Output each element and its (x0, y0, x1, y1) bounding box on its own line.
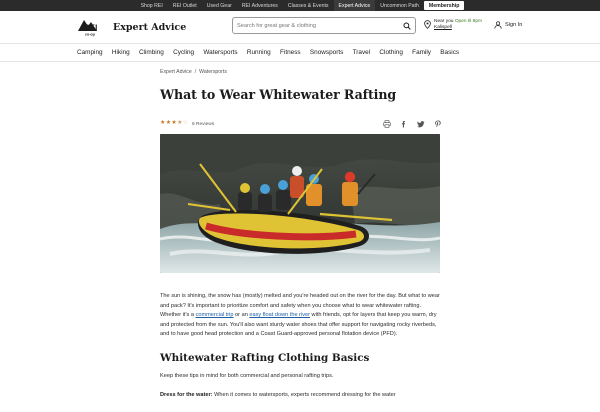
topbar-link-classes-events[interactable]: Classes & Events (283, 0, 334, 11)
article-intro: The sun is shining, the snow has (mostly… (160, 292, 442, 340)
search-icon[interactable] (402, 21, 411, 30)
nav-item-running[interactable]: Running (247, 49, 271, 56)
star-half-icon: ★ (177, 120, 183, 127)
breadcrumb: Expert Advice / Watersports (160, 69, 442, 75)
nav-item-fitness[interactable]: Fitness (280, 49, 301, 56)
print-icon[interactable] (383, 120, 391, 128)
page-title: What to Wear Whitewater Rafting (160, 87, 397, 102)
star-icon: ★ (171, 120, 177, 127)
nav-item-basics[interactable]: Basics (440, 49, 459, 56)
store-open-status: Open til 8pm (454, 19, 483, 24)
topbar-link-rei-adventures[interactable]: REI Adventures (237, 0, 283, 11)
topbar-link-used-gear[interactable]: Used Gear (202, 0, 237, 11)
rafting-photo (160, 134, 440, 273)
breadcrumb-watersports[interactable]: Watersports (199, 69, 227, 75)
twitter-icon[interactable] (417, 120, 425, 128)
section-heading: Whitewater Rafting Clothing Basics (160, 351, 370, 364)
topbar-link-expert-advice[interactable]: Expert Advice (333, 0, 376, 11)
easy-float-link[interactable]: easy float down the river (249, 312, 310, 318)
store-locator[interactable]: Near you Open til 8pm Kalispell (424, 19, 482, 31)
rating-stars[interactable]: ★ ★ ★ ★ ☆ (160, 120, 189, 127)
category-nav: Camping Hiking Climbing Cycling Waterspo… (0, 43, 600, 62)
site-header: REI co-op Expert Advice Near you Open ti… (0, 11, 600, 43)
store-near-label: Near you (434, 19, 454, 24)
rei-logo-icon: REI co-op (78, 20, 97, 37)
map-pin-icon (424, 20, 431, 29)
tip-label: Dress for the water: (160, 391, 213, 398)
star-empty-icon: ☆ (182, 120, 189, 127)
nav-item-camping[interactable]: Camping (77, 49, 103, 56)
nav-item-watersports[interactable]: Watersports (203, 49, 237, 56)
facebook-icon[interactable] (400, 120, 408, 128)
sign-in-label: Sign In (505, 22, 523, 28)
nav-item-snowsports[interactable]: Snowsports (310, 49, 343, 56)
search-box (232, 17, 416, 34)
tip-text: When it comes to watersports, experts re… (212, 391, 396, 398)
search-input[interactable] (237, 22, 402, 29)
tip-paragraph: Dress for the water: When it comes to wa… (160, 391, 442, 400)
intro-text-2: or an (233, 312, 250, 319)
topbar-link-membership[interactable]: Membership (423, 1, 465, 10)
breadcrumb-expert-advice[interactable]: Expert Advice (160, 69, 192, 75)
topbar-link-shop-rei[interactable]: Shop REI (136, 0, 168, 11)
logo-text: Expert Advice (113, 21, 187, 33)
nav-item-travel[interactable]: Travel (353, 49, 371, 56)
svg-text:REI: REI (84, 24, 97, 33)
breadcrumb-separator: / (194, 69, 197, 75)
nav-item-family[interactable]: Family (412, 49, 431, 56)
article: Expert Advice / Watersports What to Wear… (160, 64, 442, 400)
topbar-link-uncommon-path[interactable]: Uncommon Path (375, 0, 424, 11)
star-icon: ★ (160, 120, 166, 127)
reviews-count[interactable]: 6 Reviews (192, 122, 214, 127)
nav-item-clothing[interactable]: Clothing (379, 49, 402, 56)
user-icon (494, 21, 502, 29)
utility-bar: Shop REI REI Outlet Used Gear REI Advent… (0, 0, 600, 11)
nav-item-hiking[interactable]: Hiking (112, 49, 130, 56)
site-logo[interactable]: REI co-op Expert Advice (78, 17, 186, 37)
sign-in-link[interactable]: Sign In (494, 21, 522, 29)
pinterest-icon[interactable] (434, 120, 442, 128)
star-icon: ★ (165, 120, 171, 127)
svg-text:co-op: co-op (85, 33, 96, 37)
nav-item-cycling[interactable]: Cycling (173, 49, 194, 56)
section-intro: Keep these tips in mind for both commerc… (160, 372, 334, 379)
commercial-trip-link[interactable]: commercial trip (196, 312, 234, 318)
share-icons (383, 120, 442, 128)
store-location[interactable]: Kalispell (434, 25, 482, 31)
article-meta: ★ ★ ★ ★ ☆ 6 Reviews (160, 119, 442, 129)
hero-image (160, 134, 440, 273)
nav-item-climbing[interactable]: Climbing (139, 49, 164, 56)
topbar-link-rei-outlet[interactable]: REI Outlet (168, 0, 202, 11)
